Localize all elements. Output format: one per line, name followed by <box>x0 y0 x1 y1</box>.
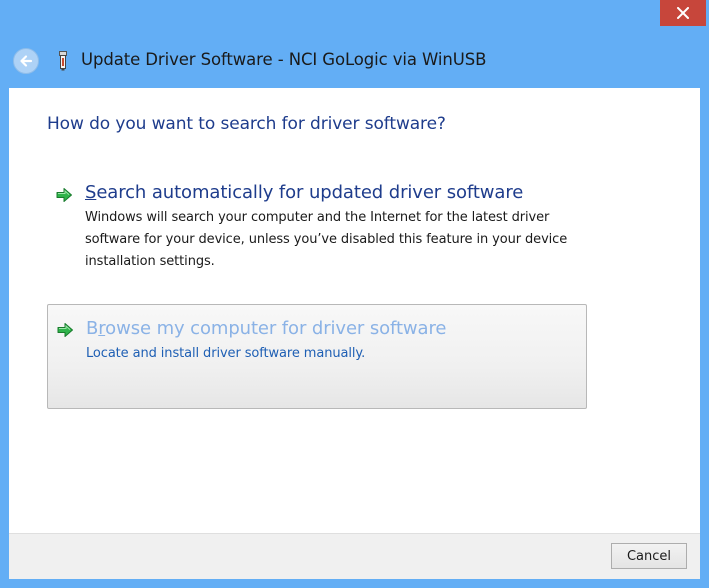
search-automatically-title-text: earch automatically for updated driver s… <box>96 182 524 203</box>
window-title: Update Driver Software - NCI GoLogic via… <box>81 50 487 69</box>
usb-device-icon <box>59 51 67 71</box>
cancel-button[interactable]: Cancel <box>611 543 687 569</box>
search-automatically-description: Windows will search your computer and th… <box>85 210 568 269</box>
browse-computer-title-text: owse my computer for driver software <box>105 318 447 339</box>
close-icon <box>677 7 689 19</box>
back-button[interactable] <box>13 48 39 74</box>
browse-title-start: B <box>86 318 99 339</box>
back-arrow-icon <box>20 55 33 67</box>
browse-computer-description: Locate and install driver software manua… <box>86 346 366 361</box>
content-area: How do you want to search for driver sof… <box>9 88 700 533</box>
search-automatically-title: Search automatically for updated driver … <box>85 182 523 203</box>
green-arrow-icon <box>56 188 72 202</box>
dialog-footer: Cancel <box>9 533 700 579</box>
browse-computer-option[interactable]: Browse my computer for driver software L… <box>47 304 587 409</box>
browse-computer-title: Browse my computer for driver software <box>86 318 446 339</box>
access-key-s: S <box>85 182 97 203</box>
close-button[interactable] <box>660 0 706 26</box>
dialog-window: Update Driver Software - NCI GoLogic via… <box>0 0 709 588</box>
page-question: How do you want to search for driver sof… <box>47 114 446 134</box>
search-automatically-option[interactable]: Search automatically for updated driver … <box>47 174 587 274</box>
green-arrow-icon <box>57 323 73 337</box>
